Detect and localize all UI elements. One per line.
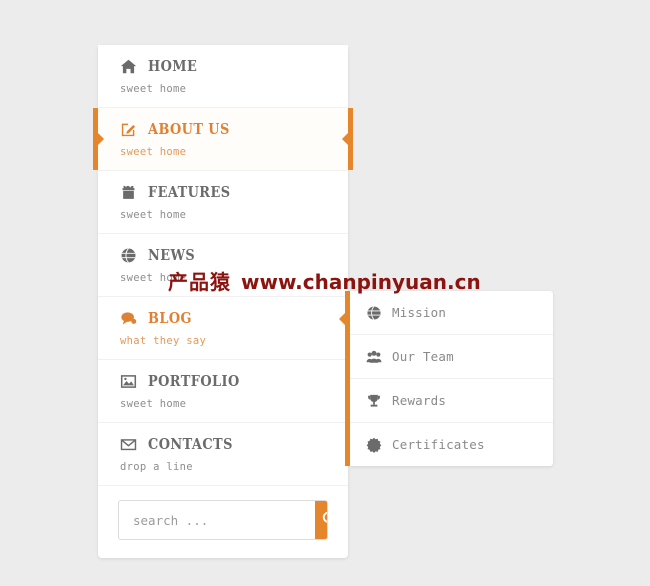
menu-item-portfolio-label: PORTFOLIO bbox=[148, 372, 240, 390]
menu-item-blog-title: BLOG bbox=[120, 310, 348, 327]
menu-item-contacts-title: CONTACTS bbox=[120, 436, 348, 453]
submenu-item-mission-label: Mission bbox=[392, 305, 447, 320]
badge-icon bbox=[366, 437, 382, 453]
menu-item-home-title: HOME bbox=[120, 58, 348, 75]
menu-item-blog-label: BLOG bbox=[148, 309, 192, 327]
submenu-item-certificates-label: Certificates bbox=[392, 437, 485, 452]
menu-item-blog-subtitle: what they say bbox=[120, 335, 207, 347]
menu-item-home-label: HOME bbox=[148, 57, 198, 75]
arrow-right-icon bbox=[98, 133, 104, 145]
search-box bbox=[118, 500, 328, 540]
menu-item-home[interactable]: HOME sweet home bbox=[98, 45, 348, 108]
menu-item-features-label: FEATURES bbox=[148, 183, 231, 201]
submenu-item-our-team-label: Our Team bbox=[392, 349, 454, 364]
submenu-item-rewards-label: Rewards bbox=[392, 393, 447, 408]
menu-item-blog[interactable]: BLOG what they say bbox=[98, 297, 348, 360]
comment-icon bbox=[120, 310, 137, 327]
users-icon bbox=[366, 349, 382, 365]
main-menu-panel: HOME sweet home ABOUT US sweet home FEAT… bbox=[93, 45, 353, 558]
menu-item-contacts-label: CONTACTS bbox=[148, 435, 233, 453]
active-indicator-right bbox=[342, 108, 353, 170]
menu-item-features[interactable]: FEATURES sweet home bbox=[98, 171, 348, 234]
search-icon bbox=[321, 510, 327, 530]
arrow-left-icon bbox=[339, 313, 345, 325]
menu-item-news[interactable]: NEWS sweet home bbox=[98, 234, 348, 297]
menu-item-features-subtitle: sweet home bbox=[120, 209, 187, 221]
search-input[interactable] bbox=[119, 501, 315, 539]
menu-item-contacts-subtitle: drop a line bbox=[120, 461, 193, 473]
menu-item-about-us-title: ABOUT US bbox=[120, 121, 348, 138]
submenu-item-mission[interactable]: Mission bbox=[350, 291, 553, 335]
menu-item-features-title: FEATURES bbox=[120, 184, 348, 201]
menu-item-news-subtitle: sweet home bbox=[120, 272, 187, 284]
edit-icon bbox=[120, 121, 137, 138]
menu-item-about-us-subtitle: sweet home bbox=[120, 146, 187, 158]
menu-item-portfolio[interactable]: PORTFOLIO sweet home bbox=[98, 360, 348, 423]
active-indicator-left bbox=[93, 108, 104, 170]
search-button[interactable] bbox=[315, 501, 327, 539]
submenu-item-our-team[interactable]: Our Team bbox=[350, 335, 553, 379]
arrow-left-icon bbox=[342, 133, 348, 145]
submenu-item-certificates[interactable]: Certificates bbox=[350, 423, 553, 466]
menu-item-news-label: NEWS bbox=[148, 246, 196, 264]
menu-item-portfolio-title: PORTFOLIO bbox=[120, 373, 348, 390]
trophy-icon bbox=[366, 393, 382, 409]
globe-icon bbox=[366, 305, 382, 321]
home-icon bbox=[120, 58, 137, 75]
gift-icon bbox=[120, 184, 137, 201]
menu-item-contacts[interactable]: CONTACTS drop a line bbox=[98, 423, 348, 486]
menu-item-home-subtitle: sweet home bbox=[120, 83, 187, 95]
menu-item-news-title: NEWS bbox=[120, 247, 348, 264]
submenu-active-indicator bbox=[339, 291, 350, 466]
menu-item-about-us[interactable]: ABOUT US sweet home bbox=[93, 108, 353, 171]
image-icon bbox=[120, 373, 137, 390]
submenu-panel: Mission Our Team Rewards Certificates bbox=[339, 291, 553, 466]
envelope-icon bbox=[120, 436, 137, 453]
search-row bbox=[98, 486, 348, 558]
menu-item-about-us-label: ABOUT US bbox=[148, 120, 230, 138]
submenu-item-rewards[interactable]: Rewards bbox=[350, 379, 553, 423]
globe-icon bbox=[120, 247, 137, 264]
menu-item-portfolio-subtitle: sweet home bbox=[120, 398, 187, 410]
